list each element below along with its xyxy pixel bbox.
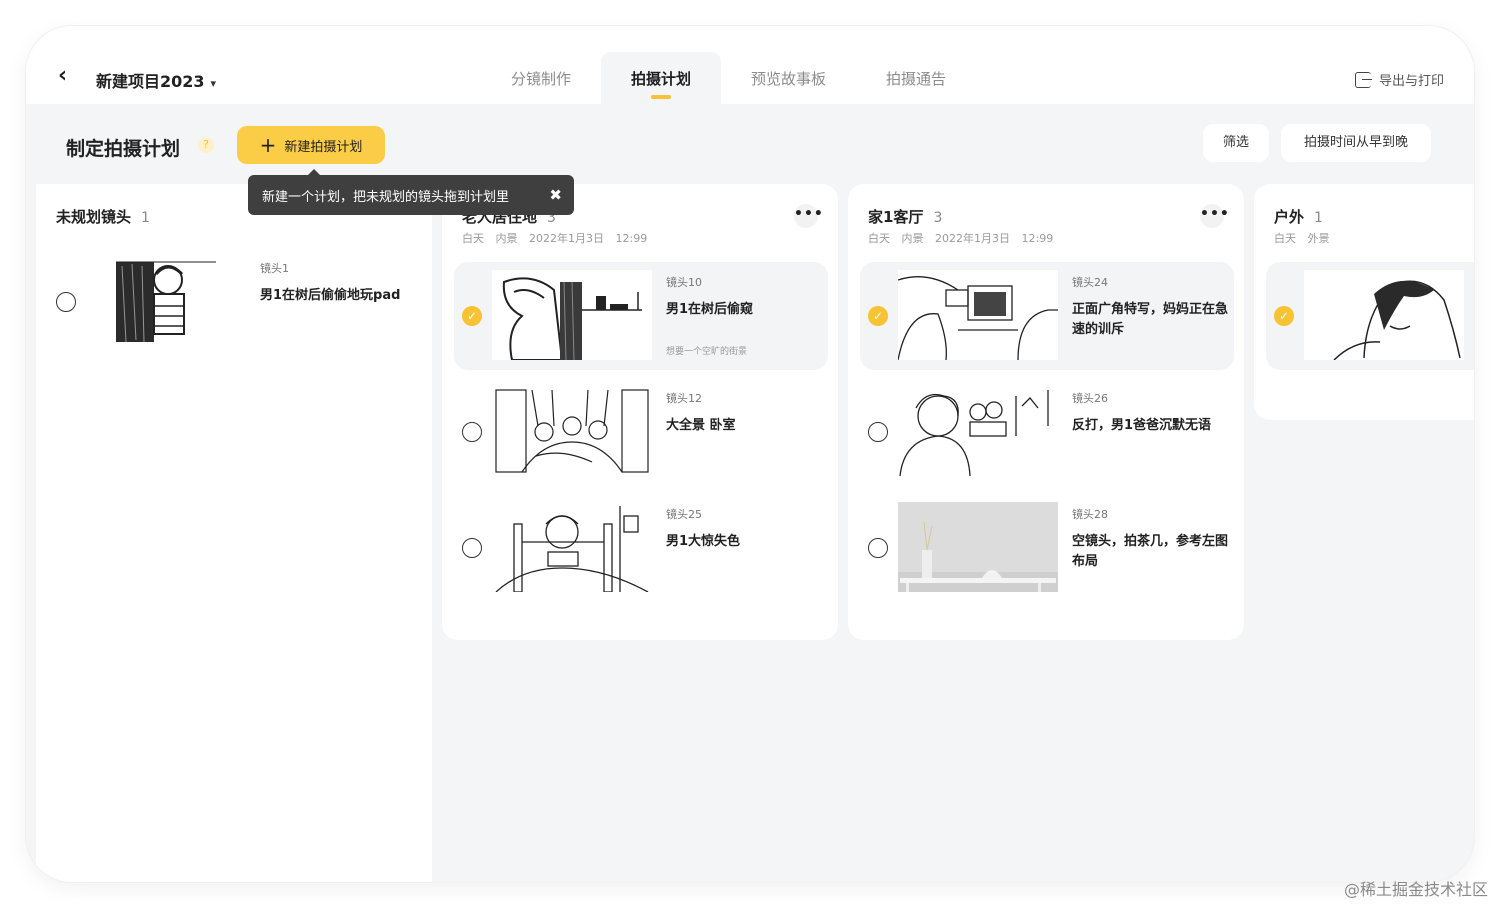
shot-thumbnail (492, 270, 652, 360)
project-title: 新建项目2023 (96, 72, 205, 91)
shot-thumbnail (86, 256, 246, 346)
unplanned-title: 未规划镜头 1 (56, 206, 150, 227)
shot-description: 反打，男1爸爸沉默无语 (1072, 418, 1212, 433)
chevron-down-icon: ▾ (210, 77, 217, 90)
new-plan-tooltip: 新建一个计划，把未规划的镜头拖到计划里 ✖ (248, 169, 574, 215)
top-bar: ‹ 新建项目2023 ▾ 分镜制作 拍摄计划 预览故事板 拍摄通告 导出与打印 (26, 26, 1474, 104)
export-label: 导出与打印 (1378, 74, 1444, 89)
shot-id: 镜头12 (666, 392, 702, 405)
shot-meta: 镜头24 正面广角特写，妈妈正在急速的训斥 (1072, 274, 1230, 340)
shot-meta: 镜头12 大全景 卧室 (666, 390, 824, 436)
shot-card[interactable]: ✓ 镜头10 男1在树后偷窥 想要一个空旷的街景 (454, 262, 828, 370)
shot-id: 镜头24 (1072, 276, 1108, 289)
column-time: 白天 (868, 232, 890, 245)
more-icon[interactable]: ••• (1200, 204, 1229, 228)
shot-id: 镜头1 (260, 262, 289, 275)
column-title: 户外 1 (1274, 206, 1323, 227)
export-print-button[interactable]: 导出与打印 (1354, 70, 1444, 89)
shot-description: 男1在树后偷偷地玩pad (260, 288, 401, 303)
column-title-text: 家1客厅 (868, 208, 924, 226)
shot-id: 镜头26 (1072, 392, 1108, 405)
shot-card[interactable]: ✓ (1266, 262, 1474, 370)
tab-preview-board[interactable]: 预览故事板 (721, 52, 856, 104)
tooltip-text: 新建一个计划，把未规划的镜头拖到计划里 (262, 189, 510, 205)
new-plan-label: 新建拍摄计划 (284, 139, 363, 155)
shot-description: 男1大惊失色 (666, 534, 741, 549)
select-radio[interactable] (462, 538, 482, 558)
unplanned-title-text: 未规划镜头 (56, 208, 132, 226)
shot-card[interactable]: 镜头25 男1大惊失色 (454, 494, 828, 602)
shot-meta: 镜头1 男1在树后偷偷地玩pad (260, 260, 418, 306)
shot-meta: 镜头26 反打，男1爸爸沉默无语 (1072, 390, 1230, 436)
shot-thumbnail (898, 270, 1058, 360)
column-meta: 白天 外景 (1274, 230, 1330, 246)
filter-button[interactable]: 筛选 (1203, 124, 1269, 162)
shot-card[interactable]: ✓ 镜头24 正面广角特写，妈妈正在急速的训斥 (860, 262, 1234, 370)
shot-meta: 镜头10 男1在树后偷窥 (666, 274, 824, 320)
main-tabs: 分镜制作 拍摄计划 预览故事板 拍摄通告 (481, 52, 976, 104)
shot-meta: 镜头28 空镜头，拍茶几，参考左图布局 (1072, 506, 1230, 572)
column-time: 白天 (1274, 232, 1296, 245)
tab-storyboard[interactable]: 分镜制作 (481, 52, 601, 104)
select-radio[interactable] (868, 538, 888, 558)
watermark: @稀土掘金技术社区 (1343, 880, 1488, 899)
export-icon (1354, 71, 1372, 88)
column-title-text: 户外 (1274, 208, 1305, 226)
app-window: ‹ 新建项目2023 ▾ 分镜制作 拍摄计划 预览故事板 拍摄通告 导出与打印 制… (26, 26, 1474, 882)
column-meta: 白天 内景 2022年1月3日 12:99 (462, 230, 647, 246)
more-icon[interactable]: ••• (794, 204, 823, 228)
shot-id: 镜头25 (666, 508, 702, 521)
shot-card[interactable]: 镜头1 男1在树后偷偷地玩pad (48, 248, 422, 356)
shot-id: 镜头28 (1072, 508, 1108, 521)
check-icon[interactable]: ✓ (868, 306, 888, 326)
tab-shooting-plan-label: 拍摄计划 (631, 70, 692, 88)
check-icon[interactable]: ✓ (1274, 306, 1294, 326)
select-radio[interactable] (56, 292, 76, 312)
sort-button[interactable]: 拍摄时间从早到晚 (1281, 124, 1431, 162)
plan-column: 户外 1 白天 外景 ✓ (1254, 184, 1474, 420)
shot-id: 镜头10 (666, 276, 702, 289)
column-place: 外景 (1307, 232, 1330, 245)
column-title: 家1客厅 3 (868, 206, 942, 227)
plan-column: 家1客厅 3 白天 内景 2022年1月3日 12:99 ••• ✓ 镜头24 … (848, 184, 1244, 640)
shot-description: 大全景 卧室 (666, 418, 736, 433)
new-plan-button[interactable]: + 新建拍摄计划 (237, 126, 385, 164)
shot-card[interactable]: 镜头26 反打，男1爸爸沉默无语 (860, 378, 1234, 486)
shot-thumbnail (492, 502, 652, 592)
close-icon[interactable]: ✖ (549, 186, 562, 204)
unplanned-panel: 未规划镜头 1 镜头1 男1在树后偷偷地玩pad (36, 184, 432, 882)
back-chevron-icon[interactable]: ‹ (58, 65, 76, 87)
column-place: 内景 (495, 232, 518, 245)
shot-description: 正面广角特写，妈妈正在急速的训斥 (1072, 302, 1229, 337)
shot-thumbnail (492, 386, 652, 476)
check-icon[interactable]: ✓ (462, 306, 482, 326)
shot-card[interactable]: 镜头12 大全景 卧室 (454, 378, 828, 486)
column-time: 白天 (462, 232, 484, 245)
column-count: 3 (933, 210, 943, 226)
plan-column: 老人居住地 3 白天 内景 2022年1月3日 12:99 ••• ✓ 镜头10… (442, 184, 838, 640)
column-place: 内景 (901, 232, 924, 245)
tab-call-sheet[interactable]: 拍摄通告 (856, 52, 976, 104)
select-radio[interactable] (462, 422, 482, 442)
column-meta: 白天 内景 2022年1月3日 12:99 (868, 230, 1053, 246)
shot-thumbnail (1304, 270, 1464, 360)
active-tab-indicator (651, 95, 672, 99)
shot-card[interactable]: 镜头28 空镜头，拍茶几，参考左图布局 (860, 494, 1234, 602)
shot-thumbnail (898, 502, 1058, 592)
select-radio[interactable] (868, 422, 888, 442)
page-title: 制定拍摄计划 (66, 138, 181, 160)
shot-description: 男1在树后偷窥 (666, 302, 754, 317)
unplanned-count: 1 (141, 210, 150, 226)
plus-icon: + (259, 133, 277, 157)
help-icon[interactable]: ? (198, 137, 214, 153)
shot-meta: 镜头25 男1大惊失色 (666, 506, 824, 552)
shot-description: 空镜头，拍茶几，参考左图布局 (1072, 534, 1229, 569)
column-date: 2022年1月3日 12:99 (529, 232, 648, 245)
column-count: 1 (1314, 210, 1323, 226)
project-title-dropdown[interactable]: 新建项目2023 ▾ (96, 68, 216, 92)
shot-note: 想要一个空旷的街景 (666, 347, 748, 357)
tab-shooting-plan[interactable]: 拍摄计划 (601, 52, 722, 104)
shot-thumbnail (898, 386, 1058, 476)
column-date: 2022年1月3日 12:99 (935, 232, 1054, 245)
